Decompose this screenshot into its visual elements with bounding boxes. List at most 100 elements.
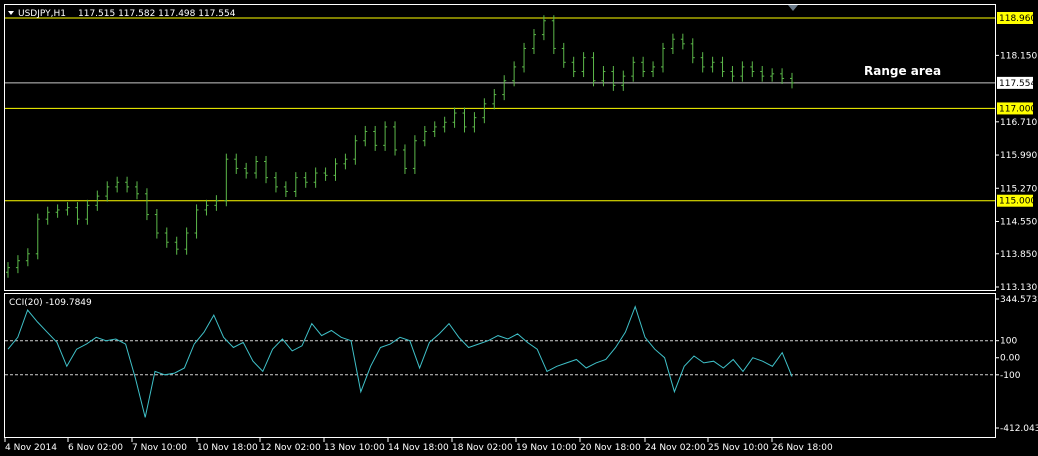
candle [432,121,437,138]
candle [323,167,328,181]
price-axis: 118.960 118.150 117.554 117.000 116.710 115.9… [995,12,1037,293]
candle [670,33,675,54]
time-tick-label: 25 Nov 10:00 [708,443,769,453]
candle [690,38,695,64]
cci-tick-label: -100 [1000,371,1021,381]
price-tick-label: 114.550 [1000,217,1037,227]
candle [313,167,318,188]
candle [541,15,546,41]
cci-tick-label: 100 [1000,337,1017,347]
cci-tick-label: 344.5732 [1000,295,1038,305]
candle [482,98,487,124]
candle [581,52,586,78]
candle [194,204,199,239]
price-tick-label: 118.150 [1000,51,1037,61]
candle [631,56,636,82]
candle [353,135,358,165]
range-area-label: Range area [864,64,941,78]
cci-indicator-label: CCI(20) -109.7849 [9,298,92,308]
candle [204,199,209,216]
candle [412,135,417,174]
current-price-label: 117.554 [999,79,1036,89]
chart-shift-icon[interactable] [788,5,798,11]
candle [502,75,507,101]
candle [790,72,794,89]
candle [472,112,477,133]
candle [65,202,70,216]
time-tick-label: 12 Nov 02:00 [260,443,321,453]
candle [641,56,646,78]
candle [184,227,189,255]
candle [174,236,179,255]
candle [571,56,576,78]
price-tag-label: 115.000 [999,197,1036,207]
candle [452,107,457,128]
time-tick-label: 24 Nov 02:00 [645,443,706,453]
price-panel-frame [4,4,996,291]
chart-canvas[interactable]: 118.960 118.150 117.554 117.000 116.710 115.9… [0,0,1038,456]
candle [144,188,149,221]
candle [25,248,30,267]
time-tick-label: 20 Nov 18:00 [580,443,641,453]
chart-symbol: USDJPY,H1 [18,9,66,19]
candle [373,125,378,151]
time-axis: 4 Nov 2014 6 Nov 02:00 7 Nov 10:00 10 Nov 1… [4,438,833,453]
time-tick-label: 14 Nov 18:00 [388,443,449,453]
candle [264,155,269,184]
candle [234,153,239,174]
candle [720,56,725,78]
candle [660,42,665,73]
price-tick-label: 115.270 [1000,184,1037,194]
candle [522,42,527,73]
cci-levels [5,340,995,376]
price-levels [5,17,995,202]
candle [273,172,278,193]
time-tick-label: 18 Nov 02:00 [452,443,513,453]
candle [125,176,130,193]
candle [214,195,219,211]
candle [303,172,308,188]
cci-tick-label: 0.00 [1000,354,1020,364]
candle [383,121,388,151]
candle [611,65,616,91]
candle [343,153,348,170]
time-tick-label: 10 Nov 18:00 [197,443,258,453]
candle [363,125,368,147]
candle [6,262,10,278]
time-tick-label: 26 Nov 18:00 [772,443,833,453]
candle [402,144,407,174]
price-tag-label: 118.960 [999,14,1036,24]
candle [531,29,536,54]
candle [700,52,705,73]
candle [680,33,685,50]
time-tick-label: 13 Nov 10:00 [324,443,385,453]
candle [35,213,40,260]
candle [561,42,566,68]
candle [492,89,497,110]
candle [15,255,20,274]
candle [115,176,120,193]
candle [105,181,110,202]
candle [293,172,298,198]
candle [780,68,785,84]
candle [244,162,249,179]
price-tag-label: 117.000 [999,104,1036,114]
collapse-triangle-icon[interactable] [8,11,14,15]
cci-axis: 344.5732 100 0.00 -100 -412.0435 [995,295,1038,434]
candle-series [6,15,794,278]
candle [85,199,90,225]
time-tick-label: 19 Nov 10:00 [516,443,577,453]
cci-tick-label: -412.0435 [1000,424,1038,434]
candle [164,227,169,248]
candle [45,206,50,225]
candle [135,181,140,200]
cci-panel-frame [4,293,996,438]
candle [740,61,745,82]
candle [393,121,398,156]
candle [551,15,556,54]
cci-line [7,305,793,418]
candle [283,181,288,198]
candle [710,56,715,73]
price-tick-label: 113.130 [1000,283,1037,293]
time-tick-label: 7 Nov 10:00 [132,443,187,453]
